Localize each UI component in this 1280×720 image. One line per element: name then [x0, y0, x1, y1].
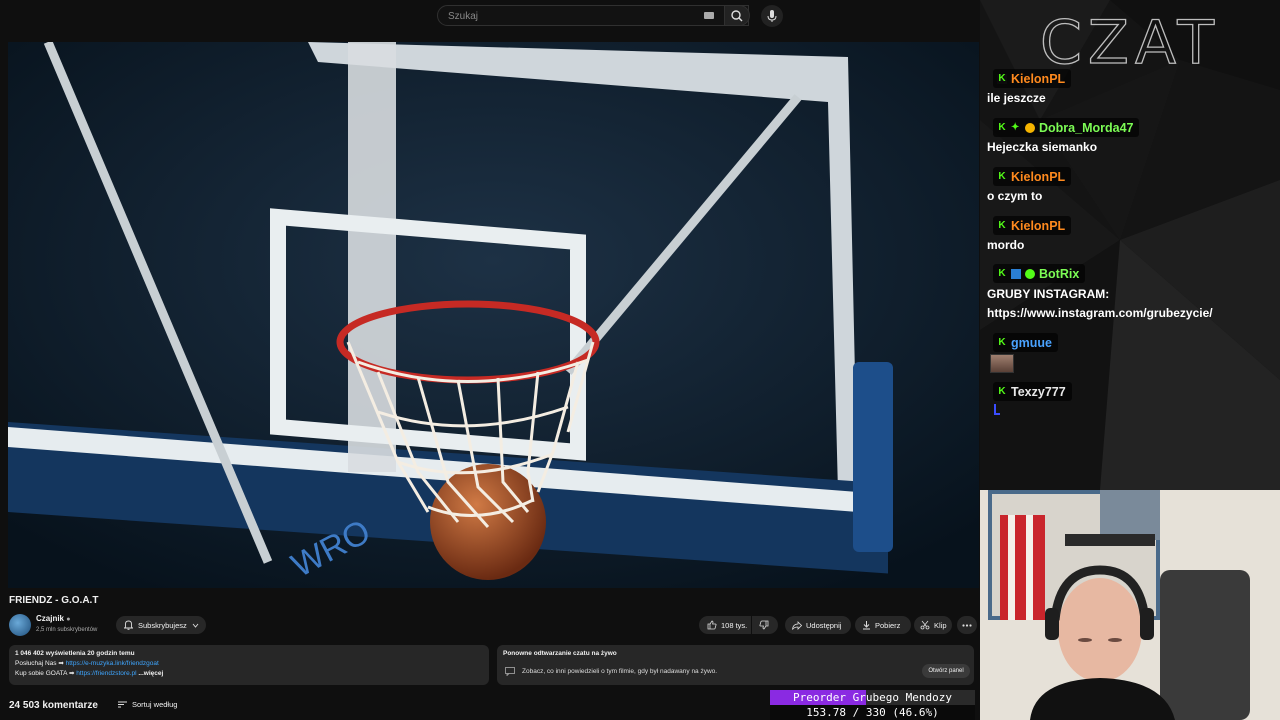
svg-text:CZAT: CZAT [1040, 10, 1220, 70]
bell-icon [124, 620, 133, 630]
subscribe-button[interactable]: Subskrybujesz [116, 616, 206, 634]
video-player[interactable]: WRO [8, 42, 979, 588]
open-panel-button[interactable]: Otwórz panel [922, 664, 970, 678]
donation-goal-widget: Preorder Grubego Mendozy 153.78 / 330 (4… [770, 690, 975, 720]
kick-badge-icon: K [998, 170, 1006, 182]
kick-badge-icon: K [998, 336, 1006, 348]
store-link[interactable]: https://friendzstore.pl [76, 670, 136, 677]
chat-message-text: GRUBY INSTAGRAM: [987, 287, 1110, 301]
chat-message-username[interactable]: K gmuue [993, 333, 1058, 352]
kick-badge-icon: K [998, 219, 1006, 231]
dislike-button[interactable] [752, 616, 778, 634]
download-icon [863, 621, 870, 630]
chat-bubble-icon [505, 667, 515, 676]
chat-message-text: ile jeszcze [987, 91, 1046, 105]
video-frame-basketball-hoop: WRO [8, 42, 979, 588]
kick-badge-icon: K [998, 267, 1006, 279]
chat-message-link[interactable]: https://www.instagram.com/grubezycie/ [987, 306, 1213, 320]
chat-message-username[interactable]: K KielonPL [993, 69, 1072, 88]
chat-message-username[interactable]: K Texzy777 [993, 382, 1072, 401]
kick-badge-icon: K [997, 72, 1007, 84]
like-button[interactable]: 108 tys. [699, 616, 751, 634]
chat-emote-icon [994, 404, 1000, 415]
comments-count: 24 503 komentarze [9, 700, 98, 711]
description-stats: 1 046 402 wyświetlenia 20 godzin temu [15, 650, 135, 657]
channel-subscribers: 2,5 mln subskrybentów [36, 627, 98, 633]
video-title: FRIENDZ - G.O.A.T [9, 595, 99, 606]
chat-message-text: Hejeczka siemanko [987, 140, 1098, 154]
kick-badge-icon: K [998, 121, 1006, 133]
music-link[interactable]: https://e-muzyka.link/friendzgoat [66, 660, 159, 667]
download-button[interactable]: Pobierz [855, 616, 911, 634]
voice-search-button[interactable] [761, 5, 783, 27]
gift-badge-icon [1025, 122, 1035, 133]
verified-icon: ● [66, 616, 71, 623]
webcam-streamer-image [980, 490, 1280, 720]
chat-emote-icon [990, 354, 1014, 373]
search-box[interactable] [437, 5, 749, 26]
chat-message-text: o czym to [987, 189, 1043, 203]
channel-name[interactable]: Czajnik ● [36, 614, 70, 623]
youtube-page: WRO FRIENDZ - G.O.A.T Czajnik ● 2,5 mln … [0, 0, 980, 720]
kick-badge-icon: K [998, 385, 1006, 397]
show-more-link[interactable]: ...więcej [138, 670, 163, 677]
goal-value: 153.78 / 330 (46.6%) [770, 705, 975, 720]
microphone-icon [767, 10, 777, 22]
chat-message-username[interactable]: K KielonPL [993, 216, 1072, 235]
sort-icon [118, 701, 127, 708]
share-icon [792, 620, 802, 630]
share-button[interactable]: Udostępnij [785, 616, 851, 634]
chat-replay-text: Zobacz, co inni powiedzieli o tym filmie… [522, 668, 718, 675]
channel-avatar[interactable] [9, 614, 31, 636]
search-input[interactable] [446, 8, 700, 25]
video-description[interactable]: 1 046 402 wyświetlenia 20 godzin temu Po… [9, 645, 489, 685]
clip-button[interactable]: Klip [914, 616, 952, 634]
more-actions-button[interactable] [957, 616, 977, 634]
thumbs-down-icon [759, 620, 769, 630]
chat-replay-panel: Ponowne odtwarzanie czatu na żywo Zobacz… [497, 645, 974, 685]
chat-header-logo: CZAT [1040, 10, 1220, 70]
chat-replay-title: Ponowne odtwarzanie czatu na żywo [503, 650, 617, 657]
chat-message-text: mordo [987, 238, 1025, 252]
chat-message-username[interactable]: K ✦ Dobra_Morda47 [993, 118, 1140, 137]
chat-message-username[interactable]: K KielonPL [993, 167, 1072, 186]
goal-title: Preorder Grubego Mendozy [793, 691, 952, 704]
thumbs-up-icon [707, 620, 717, 630]
verified-badge-icon [1025, 268, 1035, 279]
chat-message-username[interactable]: K BotRix [993, 264, 1086, 283]
sort-comments-button[interactable]: Sortuj według [118, 700, 177, 709]
scissors-icon [920, 620, 930, 630]
webcam-feed [980, 490, 1280, 720]
search-button[interactable] [724, 5, 750, 26]
keyboard-icon[interactable] [704, 12, 714, 19]
search-icon [731, 10, 743, 22]
chevron-down-icon [192, 623, 199, 628]
more-horizontal-icon [962, 623, 972, 627]
diamond-badge-icon: ✦ [1011, 121, 1020, 133]
bot-badge-icon [1011, 268, 1021, 279]
